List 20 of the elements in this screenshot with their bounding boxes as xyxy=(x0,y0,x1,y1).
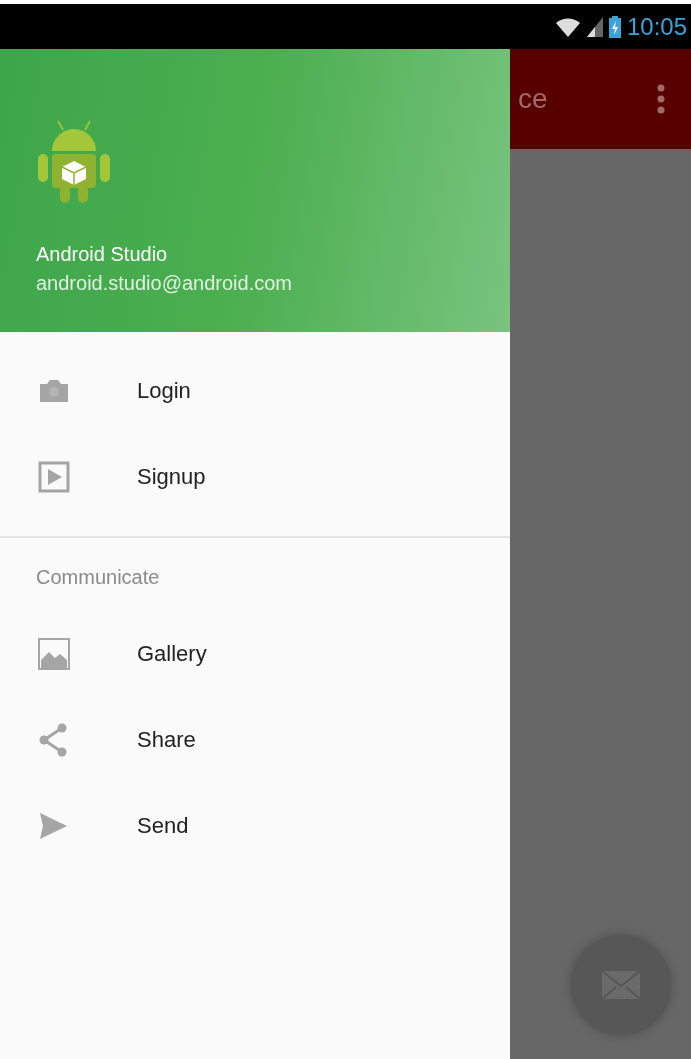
account-name: Android Studio xyxy=(36,243,168,266)
account-email: android.studio@android.com xyxy=(36,272,292,295)
share-icon xyxy=(38,723,68,757)
menu-item[interactable]: Signup xyxy=(0,434,510,520)
more-icon[interactable] xyxy=(657,84,665,114)
send-icon xyxy=(38,812,68,840)
menu-item[interactable]: Login xyxy=(0,348,510,434)
android-robot-icon xyxy=(36,119,112,205)
section-header: Communicate xyxy=(35,565,161,590)
menu-item[interactable]: Gallery xyxy=(0,611,510,697)
clock: 10:05 xyxy=(626,12,687,41)
menu-item[interactable]: Share xyxy=(0,697,510,783)
signal-icon xyxy=(586,16,603,37)
menu-item[interactable]: Send xyxy=(0,783,510,869)
image-icon xyxy=(38,638,70,670)
play-icon xyxy=(38,461,70,493)
app-bar-title: ce xyxy=(518,83,548,115)
wifi-icon xyxy=(554,15,581,38)
camera-icon xyxy=(38,378,70,404)
battery-icon xyxy=(608,15,621,38)
